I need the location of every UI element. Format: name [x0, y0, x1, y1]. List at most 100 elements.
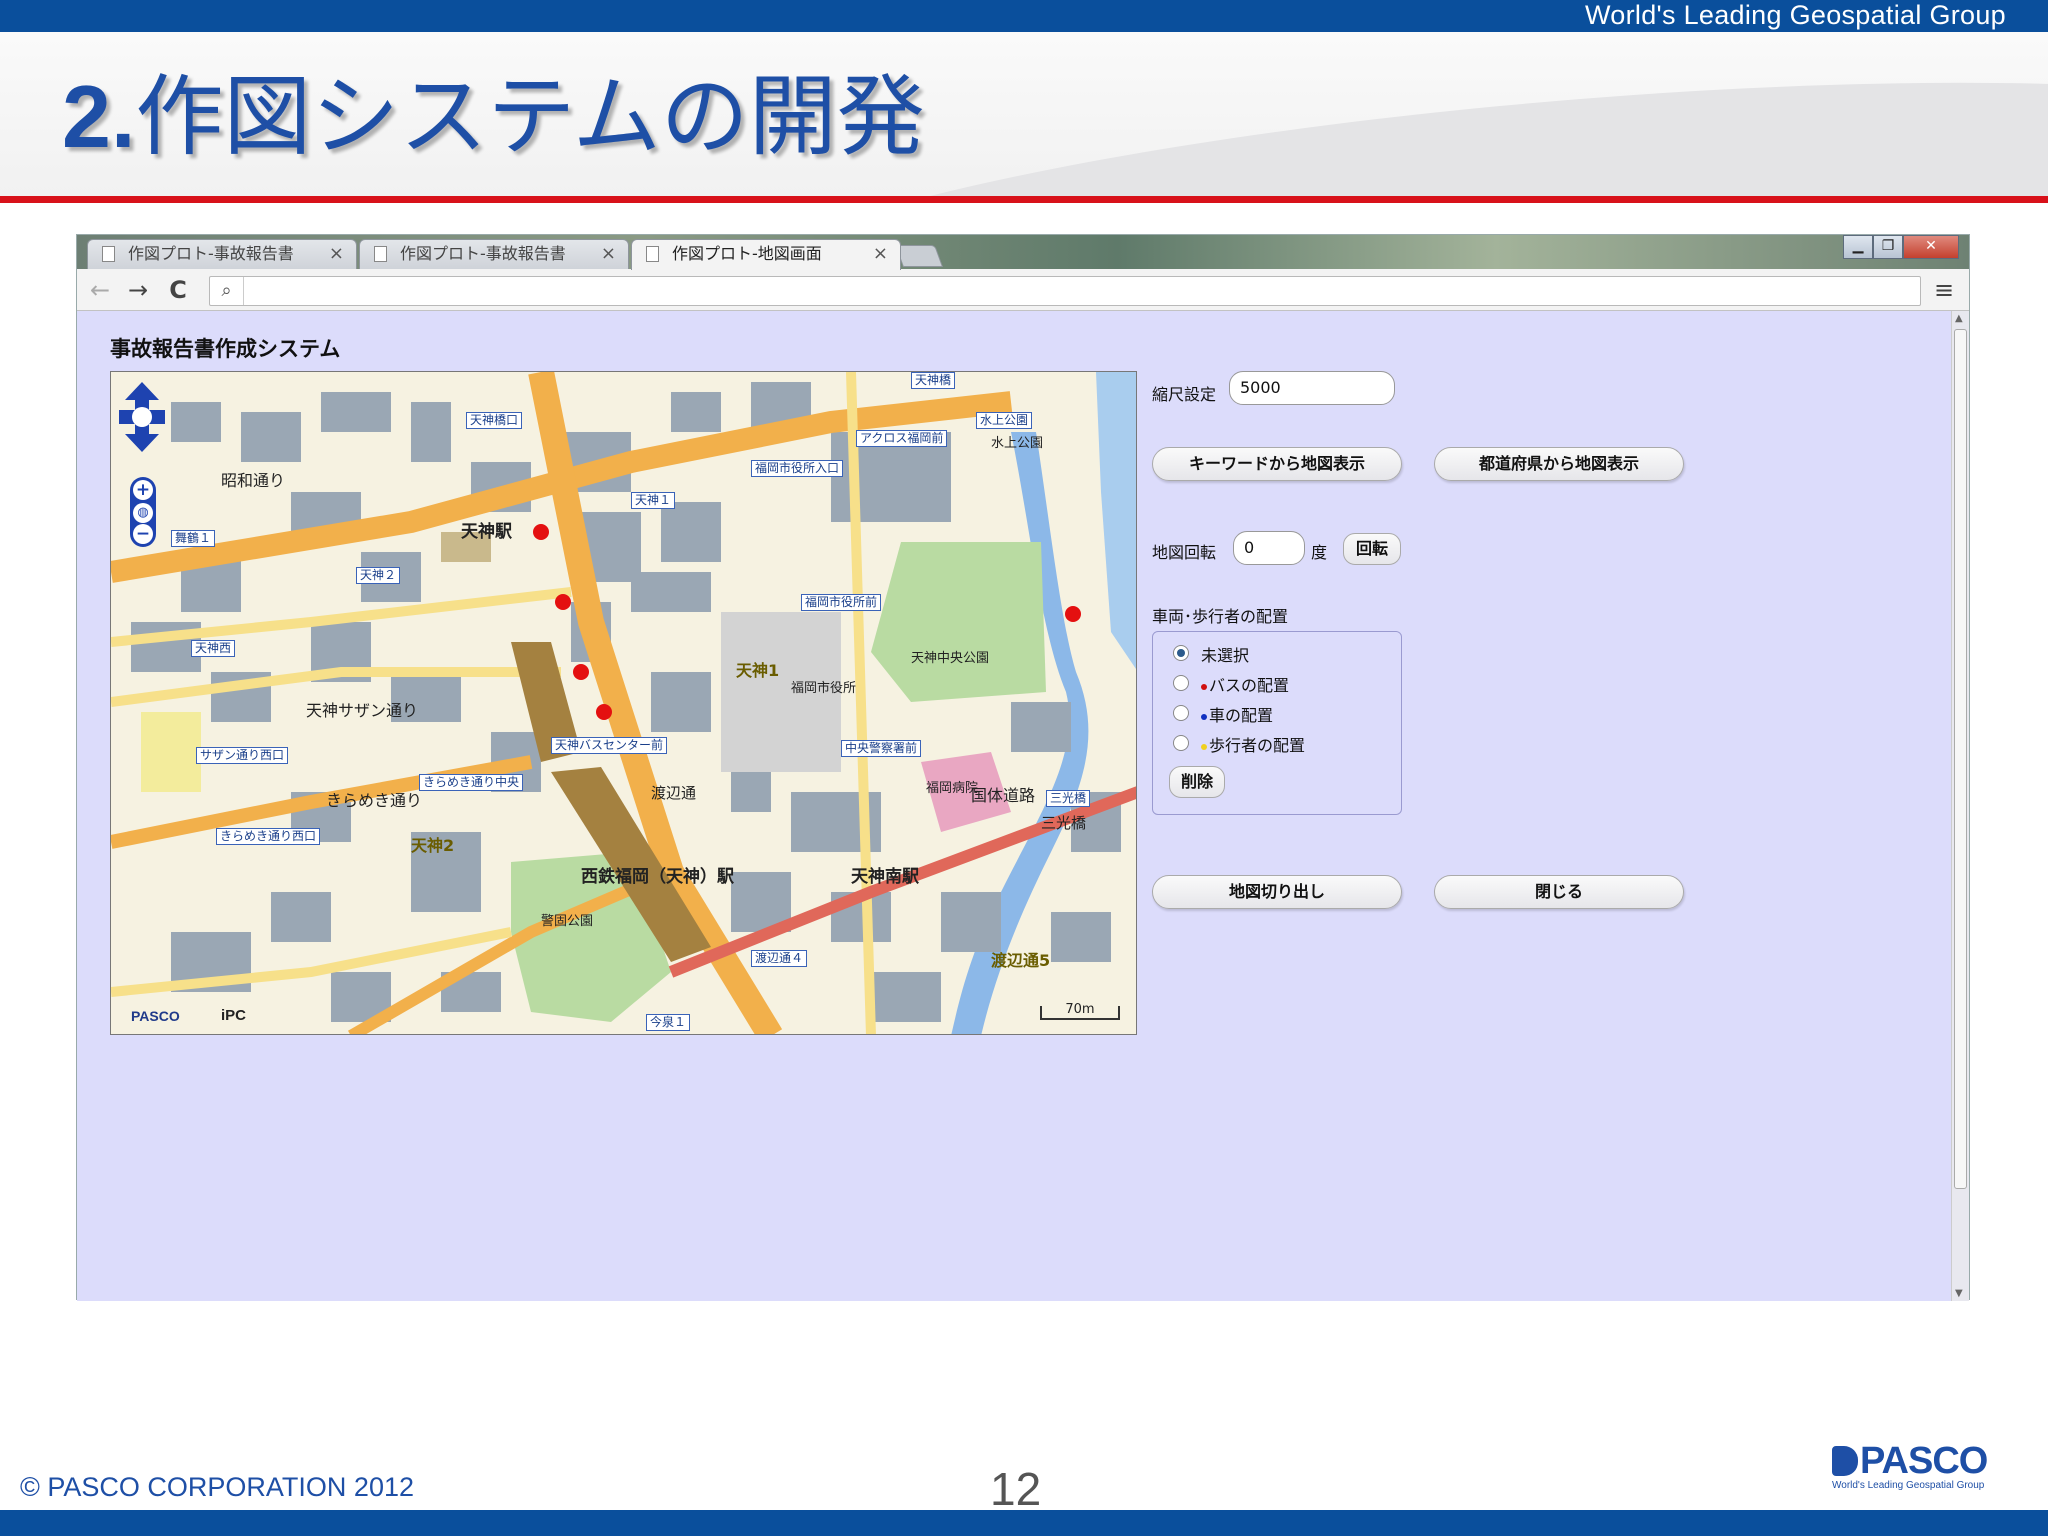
radio-label-wrap: 歩行者の配置	[1201, 732, 1305, 756]
bus-stop-label: 今泉１	[646, 1014, 691, 1031]
map-label: 警固公園	[541, 914, 594, 929]
bus-stop-label: 天神西	[191, 640, 236, 657]
tab-map-screen[interactable]: 作図プロト-地図画面 ×	[631, 239, 901, 270]
scroll-up-icon[interactable]: ▲	[1955, 313, 1963, 324]
map-label: 天神南駅	[851, 867, 919, 887]
zoom-out-icon[interactable]: −	[133, 524, 153, 544]
radio-button[interactable]	[1173, 735, 1189, 751]
reload-icon[interactable]: C	[163, 275, 193, 305]
page-scrollbar[interactable]: ▲ ▼	[1951, 311, 1969, 1301]
radio-button[interactable]	[1173, 705, 1189, 721]
radio-label-wrap: 車の配置	[1201, 702, 1273, 726]
map-label: 国体道路	[971, 786, 1036, 805]
app-title: 事故報告書作成システム	[110, 337, 341, 361]
search-icon: ⌕	[210, 277, 244, 305]
browser-window: 作図プロト-事故報告書 × 作図プロト-事故報告書 × 作図プロト-地図画面 ×…	[76, 234, 1970, 1301]
rotation-unit: 度	[1311, 543, 1328, 562]
bus-stop-label: アクロス福岡前	[856, 430, 948, 447]
close-button[interactable]: 閉じる	[1434, 875, 1684, 909]
back-icon[interactable]: ←	[85, 275, 115, 305]
scroll-thumb[interactable]	[1954, 329, 1967, 1189]
page-content: 事故報告書作成システム + ◍ − 天神駅 天神南駅 西鉄福岡（天神）駅 天神1…	[77, 311, 1952, 1301]
tab-label: 作図プロト-事故報告書	[128, 244, 294, 263]
map-label: 渡辺通	[651, 784, 697, 802]
slide-page-number: 12	[990, 1463, 1042, 1515]
slide-title-text: 作図システムの開発	[135, 65, 925, 168]
new-tab-button[interactable]	[894, 245, 944, 267]
placement-radio-group: 未選択 バスの配置 車の配置 歩行者の配置 削除	[1152, 631, 1402, 815]
map-label: 水上公園	[991, 436, 1044, 451]
cut-map-button[interactable]: 地図切り出し	[1152, 875, 1402, 909]
bus-stop-label: 天神１	[631, 492, 676, 509]
tab-report-2[interactable]: 作図プロト-事故報告書 ×	[359, 239, 629, 269]
map-label: 西鉄福岡（天神）駅	[581, 867, 734, 887]
bus-stop-label: 中央警察署前	[841, 740, 922, 757]
minimize-icon[interactable]: ▁	[1843, 235, 1873, 259]
close-icon[interactable]: ×	[873, 240, 888, 268]
maximize-icon[interactable]: ❐	[1873, 235, 1903, 259]
page-icon	[646, 246, 659, 262]
map-label: 天神2	[411, 836, 455, 855]
scale-input[interactable]: 5000	[1229, 371, 1395, 405]
pasco-logo-mark	[1832, 1446, 1858, 1476]
map-view[interactable]: + ◍ − 天神駅 天神南駅 西鉄福岡（天神）駅 天神1 天神2 渡辺通5 昭和…	[110, 371, 1137, 1035]
page-icon	[102, 246, 115, 262]
map-label: 昭和通り	[221, 471, 286, 490]
scale-label: 縮尺設定	[1152, 385, 1217, 404]
slide-red-divider	[0, 196, 2048, 203]
address-bar[interactable]: ⌕	[209, 276, 1921, 306]
map-navigation-control: + ◍ −	[119, 382, 165, 547]
keyword-map-button[interactable]: キーワードから地図表示	[1152, 447, 1402, 481]
pasco-logo-word: PASCO	[1860, 1440, 1988, 1482]
map-label: 渡辺通5	[991, 951, 1051, 970]
map-label: 天神1	[736, 661, 780, 680]
map-label: 天神中央公園	[911, 651, 990, 666]
radio-label-wrap: バスの配置	[1201, 672, 1289, 696]
rotation-label: 地図回転	[1152, 543, 1217, 562]
bus-stop-label: 三光橋	[1046, 790, 1091, 807]
prefecture-map-button[interactable]: 都道府県から地図表示	[1434, 447, 1684, 481]
pedestrian-dot-icon	[1201, 743, 1207, 750]
forward-icon[interactable]: →	[123, 275, 153, 305]
map-label: 福岡市役所	[791, 681, 857, 696]
zoom-in-icon[interactable]: +	[133, 480, 153, 500]
bus-stop-label: 天神２	[356, 567, 401, 584]
radio-label: 歩行者の配置	[1209, 736, 1306, 755]
globe-icon[interactable]: ◍	[133, 503, 153, 523]
pan-control-icon[interactable]	[119, 382, 165, 452]
close-icon[interactable]: ×	[329, 240, 344, 268]
radio-button[interactable]	[1173, 675, 1189, 691]
window-controls: ▁ ❐ ✕	[1843, 235, 1959, 259]
rotation-input[interactable]: 0	[1233, 531, 1305, 565]
tab-label: 作図プロト-事故報告書	[400, 244, 566, 263]
bus-stop-label: 福岡市役所入口	[751, 460, 844, 477]
radio-button[interactable]	[1173, 645, 1189, 661]
bus-stop-label: サザン通り西口	[196, 747, 289, 764]
delete-button[interactable]: 削除	[1169, 766, 1225, 798]
close-icon[interactable]: ×	[601, 240, 616, 268]
map-label: 天神サザン通り	[306, 701, 419, 720]
slide-bottom-bar	[0, 1510, 2048, 1536]
bus-dot-icon	[1201, 683, 1207, 690]
scroll-down-icon[interactable]: ▼	[1955, 1288, 1963, 1299]
browser-toolbar: ← → C ⌕ ≡	[77, 269, 1969, 311]
map-label: 福岡病院	[926, 781, 979, 796]
pasco-logo: PASCO World's Leading Geospatial Group	[1830, 1440, 2000, 1492]
menu-icon[interactable]: ≡	[1929, 275, 1959, 305]
bus-stop-label: 福岡市役所前	[801, 594, 882, 611]
bus-stop-label: 水上公園	[976, 412, 1033, 429]
tab-strip: 作図プロト-事故報告書 × 作図プロト-事故報告書 × 作図プロト-地図画面 ×…	[77, 235, 1969, 270]
radio-label: 未選択	[1201, 646, 1250, 665]
page-icon	[374, 246, 387, 262]
tab-label: 作図プロト-地図画面	[672, 244, 822, 263]
tab-report-1[interactable]: 作図プロト-事故報告書 ×	[87, 239, 357, 269]
slide-title: 2.作図システムの開発	[62, 62, 925, 172]
bus-stop-label: 渡辺通４	[751, 950, 808, 967]
slide-tagline: World's Leading Geospatial Group	[1585, 0, 2006, 30]
bus-stop-label: きらめき通り中央	[419, 774, 524, 791]
rotate-button[interactable]: 回転	[1343, 533, 1401, 565]
map-provider-logo: PASCO	[131, 1008, 180, 1024]
bus-stop-label: 天神バスセンター前	[551, 737, 668, 754]
placement-label: 車両･歩行者の配置	[1152, 607, 1289, 626]
close-window-icon[interactable]: ✕	[1903, 235, 1959, 259]
